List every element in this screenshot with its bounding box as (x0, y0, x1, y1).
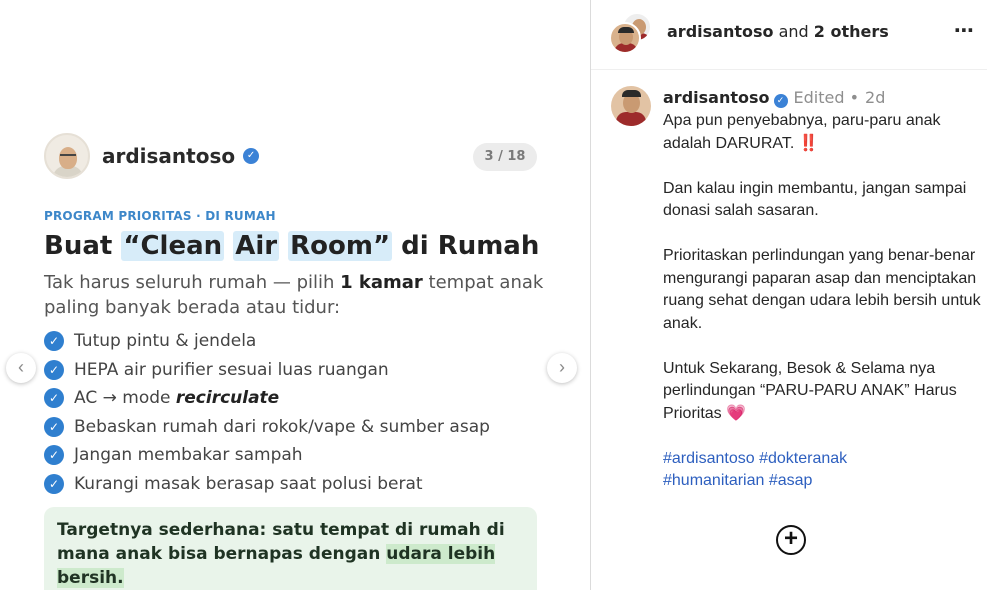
hashtag-link[interactable]: #humanitarian (663, 472, 764, 489)
caption-username[interactable]: ardisantoso (663, 88, 770, 107)
check-circle-icon: ✓ (44, 331, 64, 352)
chevron-left-icon: ‹ (18, 357, 24, 377)
carousel-next-button[interactable]: › (547, 353, 577, 383)
edited-label: Edited • (793, 88, 860, 107)
carousel-slide: ardisantoso ✓ 3 / 18 PROGRAM PRIORITAS ·… (0, 0, 590, 590)
hashtag-link[interactable]: #asap (769, 472, 813, 489)
check-circle-icon: ✓ (44, 445, 64, 466)
caption-meta: ardisantoso ✓ Edited • 2d (663, 88, 885, 108)
slide-subtext: Tak harus seluruh rumah — pilih 1 kamar … (44, 272, 544, 318)
checklist-item: ✓ Jangan membakar sampah (44, 441, 490, 470)
post-header: ardisantoso and 2 others ⋯ (591, 0, 987, 70)
verified-badge-icon: ✓ (243, 148, 260, 164)
slide-author: ardisantoso ✓ (44, 133, 260, 179)
checklist-item: ✓ HEPA air purifier sesuai luas ruangan (44, 356, 490, 385)
heart-emoji: 💗 (726, 404, 747, 422)
slide-username: ardisantoso (102, 144, 236, 168)
check-circle-icon: ✓ (44, 416, 64, 437)
author-avatar[interactable] (609, 22, 641, 54)
others-link[interactable]: 2 others (814, 22, 889, 41)
check-circle-icon: ✓ (44, 359, 64, 380)
checklist: ✓ Tutup pintu & jendela ✓ HEPA air purifie… (44, 327, 490, 498)
caption-text: Apa pun penyebabnya, paru-paru anak adal… (663, 112, 981, 489)
hashtag-link[interactable]: #dokteranak (759, 450, 847, 467)
program-label: PROGRAM PRIORITAS · DI RUMAH (44, 209, 276, 223)
target-callout: Targetnya sederhana: satu tempat di ruma… (44, 507, 537, 590)
check-circle-icon: ✓ (44, 473, 64, 494)
hashtag-link[interactable]: #ardisantoso (663, 450, 755, 467)
post-timestamp[interactable]: 2d (865, 88, 885, 107)
slide-avatar (44, 133, 90, 179)
checklist-item: ✓ AC → mode recirculate (44, 384, 490, 413)
carousel-prev-button[interactable]: ‹ (6, 353, 36, 383)
checklist-item: ✓ Bebaskan rumah dari rokok/vape & sumber… (44, 413, 490, 442)
checklist-item: ✓ Kurangi masak berasap saat polusi berat (44, 470, 490, 499)
post-panel: ardisantoso and 2 others ⋯ ardisantoso ✓ E… (590, 0, 987, 590)
verified-badge-icon: ✓ (773, 94, 788, 108)
check-circle-icon: ✓ (44, 388, 64, 409)
checklist-item: ✓ Tutup pintu & jendela (44, 327, 490, 356)
slide-headline: Buat “Clean Air Room” di Rumah (44, 231, 540, 261)
post-authors[interactable]: ardisantoso and 2 others (667, 22, 889, 41)
double-exclamation-emoji: ‼️ (798, 134, 819, 152)
caption-avatar[interactable] (611, 86, 651, 126)
more-options-icon[interactable]: ⋯ (954, 18, 975, 43)
chevron-right-icon: › (559, 357, 565, 377)
headline-highlight: “Clean (121, 231, 225, 261)
author-link[interactable]: ardisantoso (667, 22, 774, 41)
slide-counter: 3 / 18 (473, 143, 537, 171)
add-circle-icon[interactable]: + (776, 525, 806, 555)
